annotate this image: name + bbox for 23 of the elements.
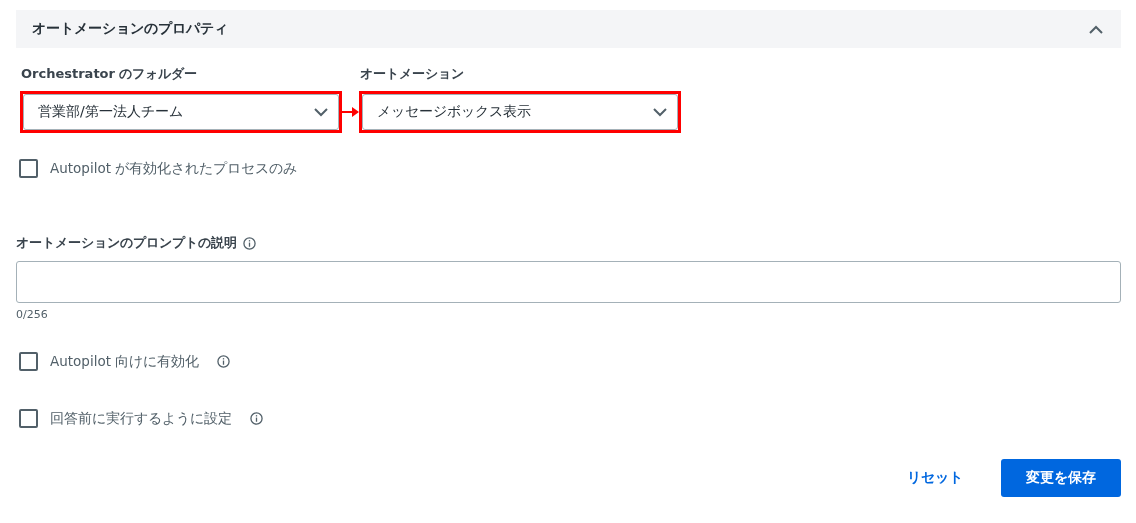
dropdown[interactable]: 営業部/第一法人チーム	[23, 94, 339, 130]
field-label: オートメーションのプロンプトの説明	[16, 234, 237, 252]
checkbox-label: Autopilot 向けに有効化	[50, 352, 200, 371]
info-icon[interactable]	[250, 412, 263, 425]
info-icon[interactable]	[217, 355, 231, 368]
save-button[interactable]: 変更を保存	[1001, 459, 1121, 497]
checkbox-label: 回答前に実行するように設定	[50, 409, 232, 428]
checkbox-label: Autopilot が有効化されたプロセスのみ	[50, 159, 298, 178]
chevron-down-icon[interactable]	[314, 107, 328, 117]
checkbox[interactable]	[19, 409, 38, 428]
chevron-up-icon[interactable]	[1089, 24, 1103, 34]
info-icon[interactable]	[243, 236, 256, 250]
section-header[interactable]: オートメーションのプロパティ	[16, 10, 1121, 48]
field-label: オートメーション	[360, 65, 465, 83]
input-field[interactable]	[16, 261, 1121, 303]
reset-button[interactable]: リセット	[895, 461, 975, 495]
section-title: オートメーションのプロパティ	[32, 20, 228, 38]
chevron-down-icon[interactable]	[653, 107, 667, 117]
checkbox[interactable]	[19, 159, 38, 178]
checkbox[interactable]	[19, 352, 38, 371]
field-label: Orchestrator のフォルダー	[21, 65, 199, 83]
dropdown[interactable]: メッセージボックス表示	[362, 94, 678, 130]
character-counter: 0/256	[16, 308, 49, 321]
